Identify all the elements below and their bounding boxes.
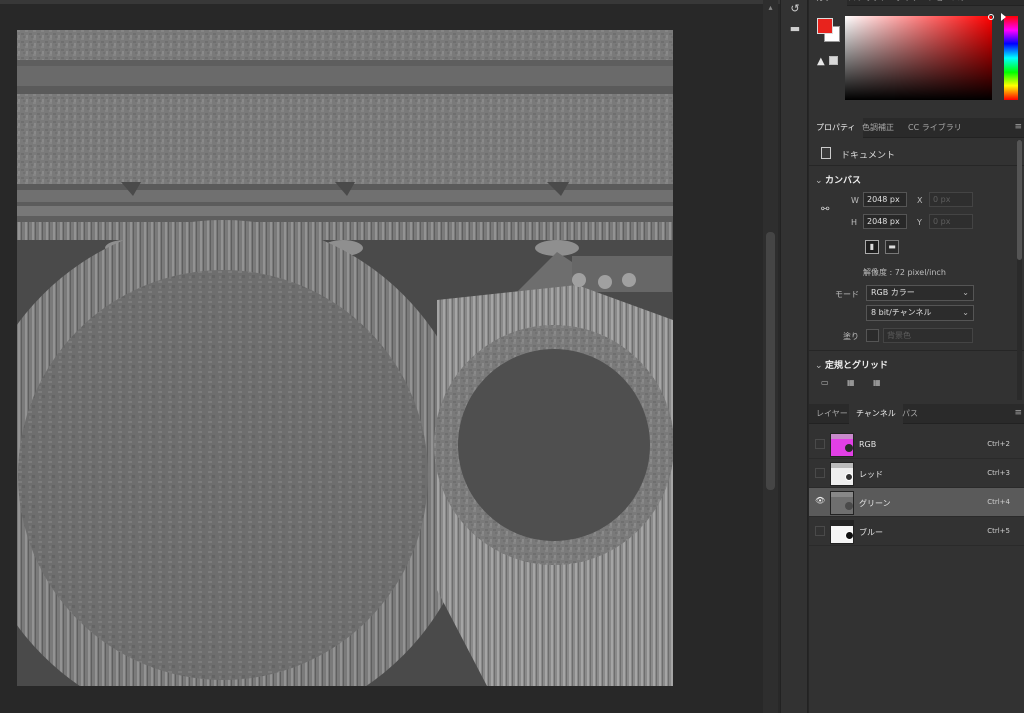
hue-slider-marker[interactable]: [1001, 13, 1006, 21]
visibility-toggle[interactable]: [815, 439, 825, 449]
channel-name: ブルー: [859, 528, 883, 537]
fill-color-swatch[interactable]: [866, 329, 879, 342]
gamut-warning-icon[interactable]: ▲: [817, 56, 825, 67]
resolution-text: 解像度 : 72 pixel/inch: [863, 268, 946, 277]
channel-shortcut: Ctrl+5: [987, 527, 1010, 535]
channel-name: RGB: [859, 440, 877, 449]
chevron-down-icon: ⌄: [815, 176, 823, 186]
comment-icon[interactable]: ▬: [787, 22, 803, 36]
channel-row-rgb[interactable]: RGB Ctrl+2: [809, 430, 1024, 459]
document-icon: [821, 147, 831, 159]
color-panel-tabs: カラー スウォッチ グラデーション パターン: [809, 0, 1024, 8]
y-field[interactable]: 0 px: [929, 214, 973, 229]
channel-thumbnail: [830, 520, 854, 544]
y-label: Y: [917, 218, 922, 227]
scroll-up-icon[interactable]: ▴: [766, 3, 775, 12]
landscape-orientation-icon[interactable]: ▬: [885, 240, 899, 254]
channel-row-blue[interactable]: ブルー Ctrl+5: [809, 517, 1024, 546]
portrait-orientation-icon[interactable]: ▮: [865, 240, 879, 254]
link-icon[interactable]: ⚯: [821, 204, 829, 215]
properties-panel: プロパティ 色調補正 CC ライブラリ ≡ ドキュメント ⌄ カンバス W 204…: [809, 118, 1024, 403]
color-mode-select[interactable]: RGB カラー ⌄: [866, 285, 974, 301]
properties-scrollbar[interactable]: [1017, 140, 1022, 400]
guides-icon[interactable]: ▦: [873, 378, 881, 387]
scrollbar-thumb[interactable]: [766, 232, 775, 490]
properties-tabs: プロパティ 色調補正 CC ライブラリ ≡: [809, 118, 1024, 138]
channels-panel: レイヤー チャンネル パス ≡ RGB Ctrl+2 レッド Ctrl+3 👁 …: [809, 404, 1024, 713]
height-label: H: [851, 218, 858, 227]
color-field[interactable]: [845, 14, 994, 100]
history-icon[interactable]: ↺: [787, 2, 803, 16]
channel-row-green[interactable]: 👁 グリーン Ctrl+4: [809, 488, 1024, 517]
section-divider: [809, 350, 1024, 351]
channel-shortcut: Ctrl+3: [987, 469, 1010, 477]
canvas-vertical-scrollbar[interactable]: ▴: [763, 0, 778, 713]
hue-slider[interactable]: [1001, 13, 1018, 100]
mode-label: モード: [835, 290, 859, 299]
width-field[interactable]: 2048 px: [863, 192, 907, 207]
color-panel: カラー スウォッチ グラデーション パターン ▲: [809, 0, 1024, 116]
document-canvas[interactable]: [17, 30, 673, 686]
canvas-section-title[interactable]: ⌄ カンバス: [815, 173, 861, 186]
tab-swatches[interactable]: スウォッチ: [841, 0, 895, 8]
height-field[interactable]: 2048 px: [863, 214, 907, 229]
eye-icon[interactable]: 👁: [815, 497, 825, 507]
tab-layers[interactable]: レイヤー: [809, 404, 855, 424]
right-panel-dock: カラー スウォッチ グラデーション パターン ▲ プロパティ 色調補正 CC ラ…: [809, 0, 1024, 713]
panel-menu-icon[interactable]: ≡: [1014, 122, 1022, 132]
channel-shortcut: Ctrl+2: [987, 440, 1010, 448]
channel-thumbnail: [830, 462, 854, 486]
channel-name: レッド: [859, 470, 883, 479]
fill-select[interactable]: 背景色: [883, 328, 973, 343]
visibility-toggle[interactable]: [815, 526, 825, 536]
grid-icon[interactable]: ▦: [847, 378, 855, 387]
green-channel-texture: [17, 30, 673, 686]
channel-shortcut: Ctrl+4: [987, 498, 1010, 506]
channel-name: グリーン: [859, 499, 891, 508]
chevron-down-icon: ⌄: [962, 288, 969, 297]
ruler-icon[interactable]: ▭: [821, 378, 829, 387]
channel-row-red[interactable]: レッド Ctrl+3: [809, 459, 1024, 488]
layers-panel-tabs: レイヤー チャンネル パス ≡: [809, 404, 1024, 424]
tab-patterns[interactable]: パターン: [945, 0, 991, 8]
x-field[interactable]: 0 px: [929, 192, 973, 207]
fill-label: 塗り: [843, 332, 859, 341]
tab-strip-line: [0, 0, 780, 4]
chevron-down-icon: ⌄: [962, 308, 969, 317]
tab-cc-libraries[interactable]: CC ライブラリ: [901, 118, 969, 138]
rulers-grids-section-title[interactable]: ⌄ 定規とグリッド: [815, 358, 888, 371]
foreground-color-swatch[interactable]: [817, 18, 833, 34]
channel-thumbnail: [830, 491, 854, 515]
bit-depth-select[interactable]: 8 bit/チャンネル ⌄: [866, 305, 974, 321]
document-label: ドキュメント: [841, 151, 896, 161]
visibility-toggle[interactable]: [815, 468, 825, 478]
panel-menu-icon[interactable]: ≡: [1014, 408, 1022, 418]
document-workspace: ▴: [0, 0, 780, 713]
document-row: ドキュメント: [809, 140, 1024, 166]
panel-icon-strip: ↺ ▬: [780, 0, 808, 713]
scrollbar-thumb[interactable]: [1017, 140, 1022, 260]
width-label: W: [851, 196, 859, 205]
chevron-down-icon: ⌄: [815, 361, 823, 371]
tab-paths[interactable]: パス: [895, 404, 925, 424]
tab-adjustments[interactable]: 色調補正: [855, 118, 901, 138]
channel-thumbnail: [830, 433, 854, 457]
color-picker-marker[interactable]: [988, 14, 994, 20]
websafe-color-icon[interactable]: [829, 56, 838, 65]
x-label: X: [917, 196, 923, 205]
